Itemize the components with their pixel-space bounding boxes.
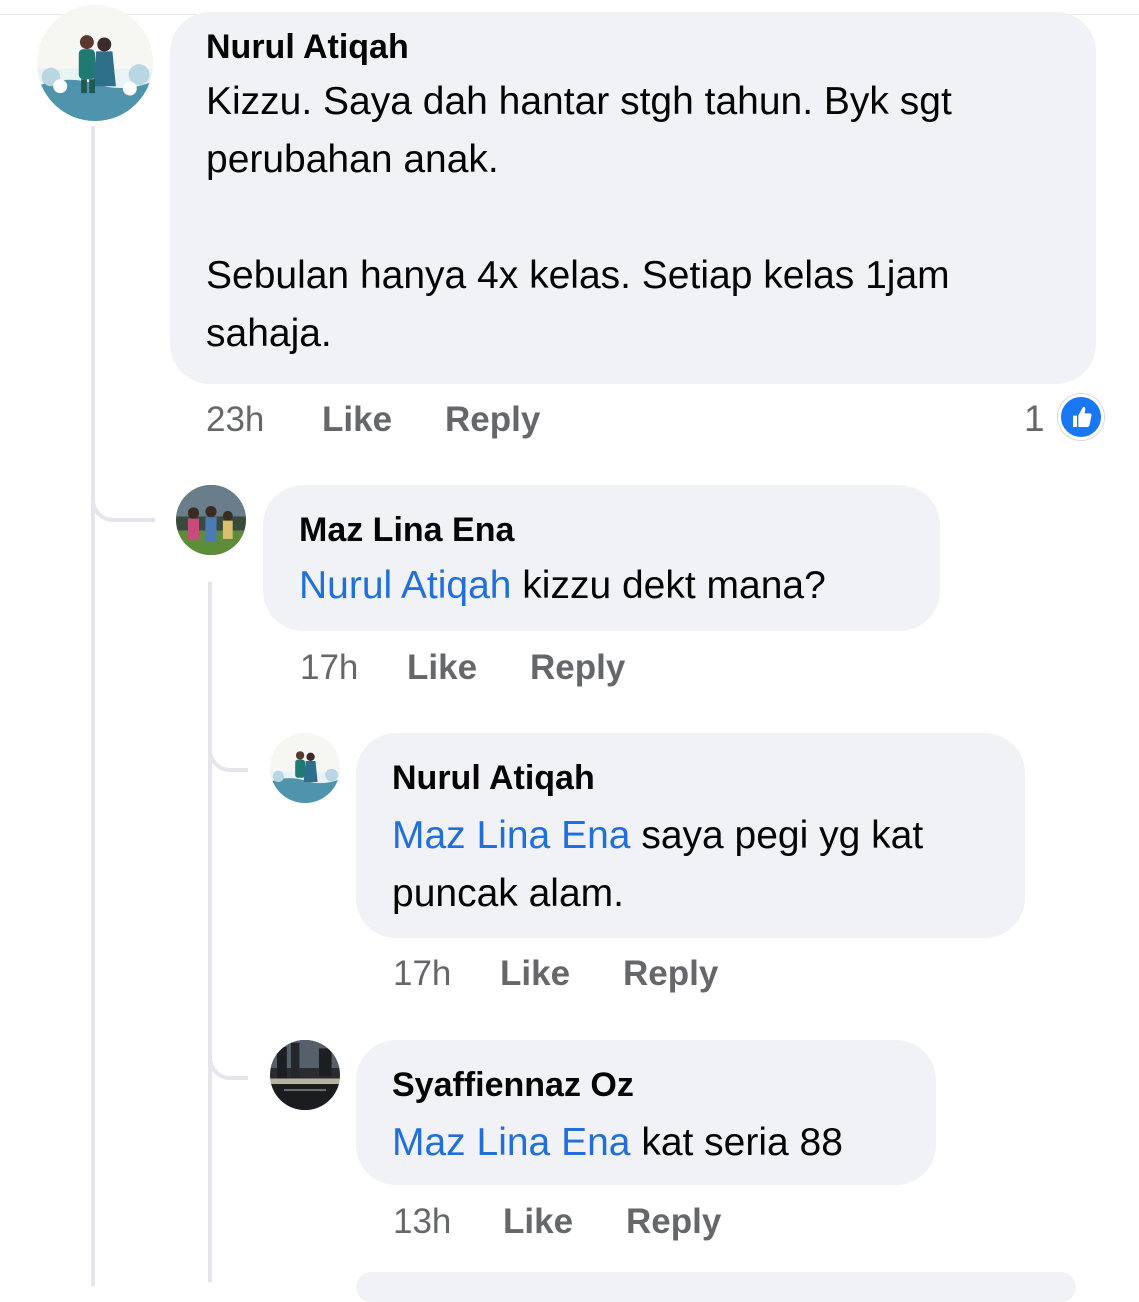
avatar-maz-lina-ena[interactable] bbox=[176, 485, 246, 555]
wedding-couple-avatar-image bbox=[37, 5, 153, 121]
comment-text-content: kizzu dekt mana? bbox=[511, 564, 826, 607]
reply-button[interactable]: Reply bbox=[623, 954, 718, 994]
comment-timestamp[interactable]: 13h bbox=[393, 1202, 451, 1242]
comment-timestamp[interactable]: 17h bbox=[393, 954, 451, 994]
family-photo-avatar-image bbox=[176, 485, 246, 555]
comment-author[interactable]: Nurul Atiqah bbox=[392, 759, 595, 798]
next-comment-bubble-edge bbox=[356, 1272, 1076, 1302]
comment-text: Nurul Atiqah kizzu dekt mana? bbox=[299, 557, 919, 615]
thread-line-main bbox=[91, 126, 95, 1286]
mention-link[interactable]: Maz Lina Ena bbox=[392, 814, 630, 857]
like-button[interactable]: Like bbox=[322, 400, 392, 440]
thumbs-up-icon[interactable] bbox=[1058, 394, 1104, 440]
comment-bubble[interactable]: Nurul Atiqah Maz Lina Ena saya pegi yg k… bbox=[356, 733, 1025, 938]
reply-button[interactable]: Reply bbox=[445, 400, 540, 440]
like-button[interactable]: Like bbox=[503, 1202, 573, 1242]
reply-button[interactable]: Reply bbox=[530, 648, 625, 688]
comment-text-content: kat seria 88 bbox=[630, 1121, 843, 1164]
reaction-count[interactable]: 1 bbox=[1024, 398, 1045, 440]
comment-text: Kizzu. Saya dah hantar stgh tahun. Byk s… bbox=[206, 80, 952, 355]
comment-text: Maz Lina Ena saya pegi yg kat puncak ala… bbox=[392, 807, 1012, 923]
comment-author[interactable]: Maz Lina Ena bbox=[299, 511, 514, 550]
avatar-nurul-atiqah[interactable] bbox=[37, 5, 153, 121]
comment-actions: 23h Like Reply bbox=[0, 400, 1139, 444]
thread-curve-reply-3 bbox=[208, 1028, 248, 1080]
city-photo-avatar-image bbox=[270, 1040, 340, 1110]
comment-timestamp[interactable]: 17h bbox=[300, 648, 358, 688]
comment-author[interactable]: Nurul Atiqah bbox=[206, 28, 409, 67]
avatar-nurul-atiqah[interactable] bbox=[270, 733, 340, 803]
thread-curve-reply-2 bbox=[208, 720, 248, 772]
avatar-syaffiennaz-oz[interactable] bbox=[270, 1040, 340, 1110]
comment-actions: 17h Like Reply bbox=[0, 648, 1139, 692]
comment-author[interactable]: Syaffiennaz Oz bbox=[392, 1066, 634, 1105]
wedding-couple-avatar-image bbox=[270, 733, 340, 803]
comment-actions: 13h Like Reply bbox=[0, 1202, 1139, 1246]
comment-text: Maz Lina Ena kat seria 88 bbox=[392, 1114, 932, 1172]
thread-curve-reply-1 bbox=[91, 470, 155, 522]
like-button[interactable]: Like bbox=[500, 954, 570, 994]
mention-link[interactable]: Maz Lina Ena bbox=[392, 1121, 630, 1164]
comment-bubble[interactable]: Syaffiennaz Oz Maz Lina Ena kat seria 88 bbox=[356, 1040, 936, 1185]
comment-actions: 17h Like Reply bbox=[0, 954, 1139, 998]
reply-button[interactable]: Reply bbox=[626, 1202, 721, 1242]
comment-bubble[interactable]: Nurul Atiqah Kizzu. Saya dah hantar stgh… bbox=[170, 12, 1096, 384]
comment-bubble[interactable]: Maz Lina Ena Nurul Atiqah kizzu dekt man… bbox=[263, 485, 940, 631]
like-button[interactable]: Like bbox=[407, 648, 477, 688]
comment-timestamp[interactable]: 23h bbox=[206, 400, 264, 440]
mention-link[interactable]: Nurul Atiqah bbox=[299, 564, 511, 607]
